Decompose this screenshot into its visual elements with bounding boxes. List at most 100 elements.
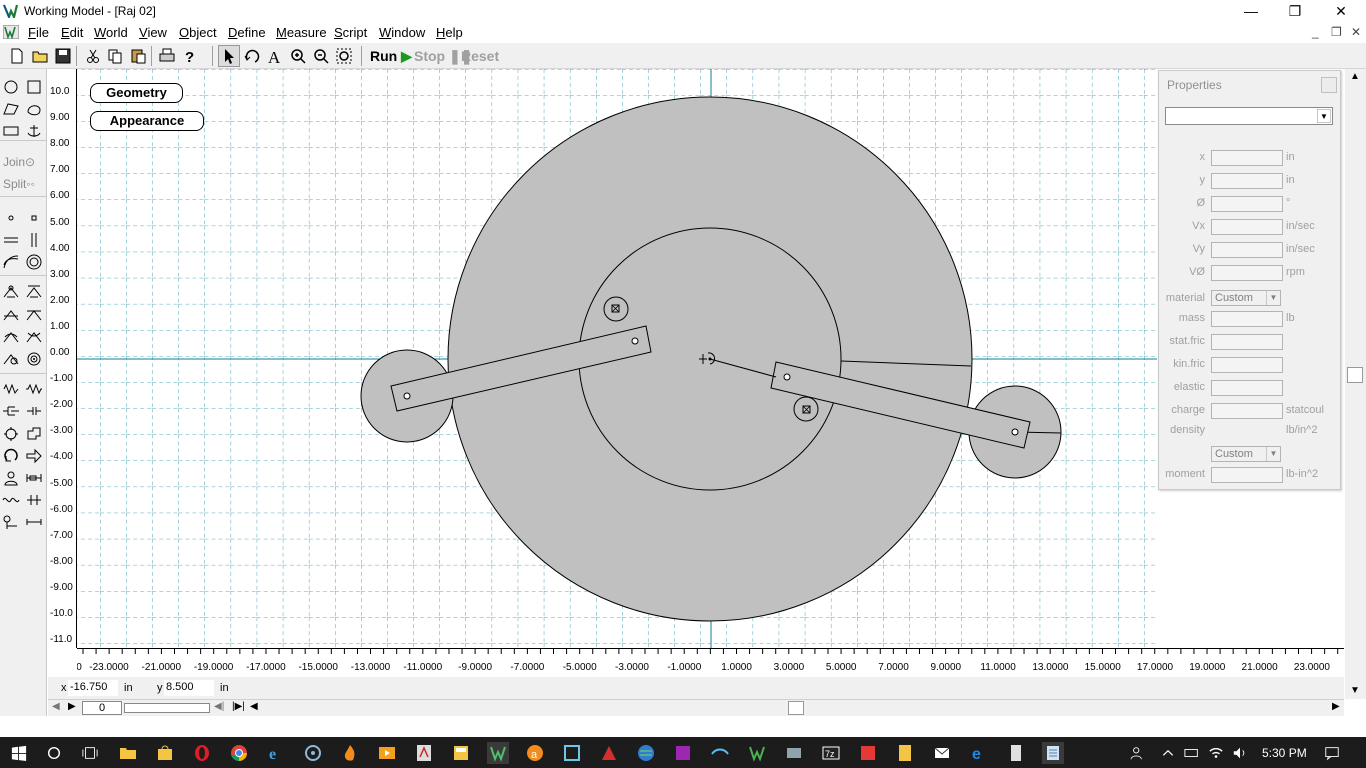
reset-button[interactable]: Reset — [461, 48, 499, 64]
rotary-motor-icon[interactable] — [0, 489, 22, 511]
mdi-close-button[interactable]: ✕ — [1351, 25, 1361, 39]
rectangle-tool-icon[interactable] — [0, 120, 22, 142]
circle-tool-icon[interactable] — [0, 76, 22, 98]
mdi-minimize-button[interactable]: _ — [1312, 25, 1319, 39]
media-icon[interactable] — [302, 742, 324, 764]
menu-object[interactable]: Object — [179, 25, 217, 40]
workspace-canvas[interactable]: Geometry Appearance — [77, 69, 1157, 648]
print-icon[interactable] — [156, 45, 178, 67]
zoom-out-icon[interactable] — [310, 45, 332, 67]
curved-body-tool-icon[interactable] — [23, 98, 45, 120]
app-icon-3[interactable] — [672, 742, 694, 764]
rewind-start-icon[interactable]: ◀ — [52, 701, 60, 712]
menu-file[interactable]: File — [28, 25, 49, 40]
open-folder-icon[interactable] — [29, 45, 51, 67]
gear-joint-icon[interactable] — [23, 348, 45, 370]
density-dropdown[interactable]: Custom ▼ — [1211, 446, 1281, 462]
menu-window[interactable]: Window — [379, 25, 425, 40]
autocad-icon[interactable] — [598, 742, 620, 764]
paste-icon[interactable] — [127, 45, 149, 67]
property-field[interactable] — [1211, 334, 1283, 350]
chevron-up-icon[interactable] — [1157, 742, 1179, 764]
zoom-fit-icon[interactable] — [333, 45, 355, 67]
7zip-icon[interactable]: 7z — [820, 742, 842, 764]
menu-world[interactable]: World — [94, 25, 128, 40]
document-menu-icon[interactable] — [3, 25, 19, 39]
working-model-app-icon[interactable] — [3, 4, 18, 18]
arrow-select-icon[interactable] — [218, 45, 240, 67]
rigid-joint-icon[interactable] — [23, 281, 45, 303]
opera-icon[interactable] — [191, 742, 213, 764]
calc2-icon[interactable] — [1005, 742, 1027, 764]
spring-icon[interactable] — [0, 378, 22, 400]
menu-script[interactable]: Script — [334, 25, 367, 40]
scroll-left-icon[interactable]: ◀ — [250, 701, 258, 712]
clock[interactable]: 5:30 PM — [1262, 746, 1307, 760]
menu-edit[interactable]: Edit — [61, 25, 83, 40]
property-field[interactable] — [1211, 403, 1283, 419]
working-model-icon[interactable] — [487, 742, 509, 764]
rod-icon[interactable] — [23, 511, 45, 533]
workspace-drawing[interactable] — [77, 69, 1157, 648]
horizontal-scroll-thumb[interactable] — [788, 701, 804, 715]
properties-window[interactable]: Properties ▼ x in y in Ø ° Vx in/sec Vy in/sec VØ r… — [1158, 70, 1341, 490]
split-button[interactable]: Split◦◦ — [3, 177, 35, 191]
internet-explorer-icon[interactable]: e — [265, 742, 287, 764]
wifi-icon[interactable] — [1205, 742, 1227, 764]
pin-joint-icon[interactable] — [0, 281, 22, 303]
frame-slider[interactable] — [124, 703, 210, 713]
property-field[interactable] — [1211, 357, 1283, 373]
end-icon[interactable]: |▶| — [232, 701, 245, 712]
geometry-button[interactable]: Geometry — [90, 83, 183, 103]
property-field[interactable] — [1211, 219, 1283, 235]
pulley-icon[interactable] — [0, 511, 22, 533]
notepad-icon[interactable] — [1042, 742, 1064, 764]
keyed-joint-icon[interactable] — [23, 304, 45, 326]
join-button[interactable]: Join⊙ — [3, 155, 35, 169]
damper-spring-icon[interactable] — [23, 378, 45, 400]
text-icon[interactable]: A — [264, 45, 286, 67]
rope-icon[interactable] — [23, 423, 45, 445]
keyed-curved-joint-icon[interactable] — [23, 326, 45, 348]
chevron-down-icon[interactable]: ▼ — [1317, 109, 1331, 123]
menu-help[interactable]: Help — [436, 25, 463, 40]
scroll-up-icon[interactable]: ▲ — [1350, 71, 1360, 82]
avast-icon[interactable]: a — [524, 742, 546, 764]
keyed-slot-icon[interactable] — [23, 251, 45, 273]
rotate-icon[interactable] — [241, 45, 263, 67]
menu-measure[interactable]: Measure — [276, 25, 327, 40]
calculator-app-icon[interactable] — [450, 742, 472, 764]
chrome-icon[interactable] — [228, 742, 250, 764]
properties-close-button[interactable] — [1321, 77, 1337, 93]
appearance-button[interactable]: Appearance — [90, 111, 204, 131]
flame-app-icon[interactable] — [339, 742, 361, 764]
calculator-icon[interactable] — [894, 742, 916, 764]
material-dropdown[interactable]: Custom ▼ — [1211, 290, 1281, 306]
new-file-icon[interactable] — [6, 45, 28, 67]
square-point-tool-icon[interactable] — [23, 207, 45, 229]
adobe-icon[interactable] — [413, 742, 435, 764]
menu-define[interactable]: Define — [228, 25, 266, 40]
vertical-slot-icon[interactable] — [23, 229, 45, 251]
rotational-damper-icon[interactable] — [23, 400, 45, 422]
separator-icon[interactable] — [23, 489, 45, 511]
task-view-icon[interactable] — [79, 742, 101, 764]
rotational-spring-icon[interactable] — [0, 423, 22, 445]
curved-slot-icon[interactable] — [0, 251, 22, 273]
property-field[interactable] — [1211, 265, 1283, 281]
search-icon[interactable] — [43, 742, 65, 764]
moment-field[interactable] — [1211, 467, 1283, 483]
property-field[interactable] — [1211, 173, 1283, 189]
polygon-tool-icon[interactable] — [0, 98, 22, 120]
mail-icon[interactable] — [931, 742, 953, 764]
motor-joint-icon[interactable] — [0, 348, 22, 370]
scroll-down-icon[interactable]: ▼ — [1350, 685, 1360, 696]
mdi-restore-button[interactable]: ❐ — [1331, 25, 1342, 39]
store-icon[interactable] — [154, 742, 176, 764]
property-field[interactable] — [1211, 196, 1283, 212]
video-icon[interactable] — [376, 742, 398, 764]
property-field[interactable] — [1211, 311, 1283, 327]
edge-icon[interactable]: e — [968, 742, 990, 764]
restore-button[interactable]: ❐ — [1272, 0, 1318, 22]
actuator-icon[interactable] — [0, 467, 22, 489]
